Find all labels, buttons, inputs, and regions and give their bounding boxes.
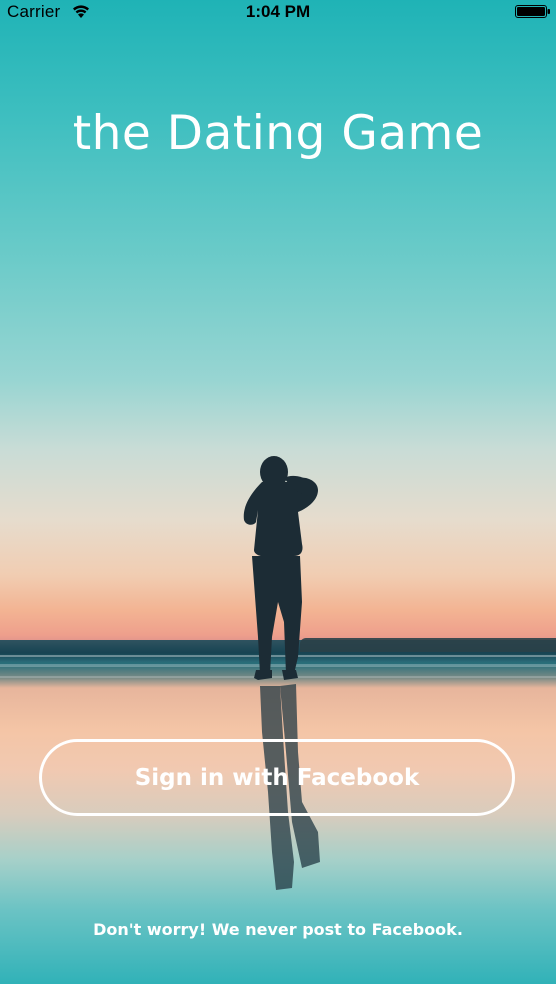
status-bar: Carrier 1:04 PM [0,0,556,24]
app-title: the Dating Game [72,106,484,161]
login-screen: Carrier 1:04 PM the Dating Game Sign in … [0,0,556,984]
headland [300,638,556,652]
status-time: 1:04 PM [245,2,311,21]
silhouette-person-image [243,456,320,890]
battery-full-icon [515,5,550,18]
facebook-signin-button[interactable]: Sign in with Facebook [39,739,515,816]
privacy-disclaimer: Don't worry! We never post to Facebook. [93,920,463,939]
